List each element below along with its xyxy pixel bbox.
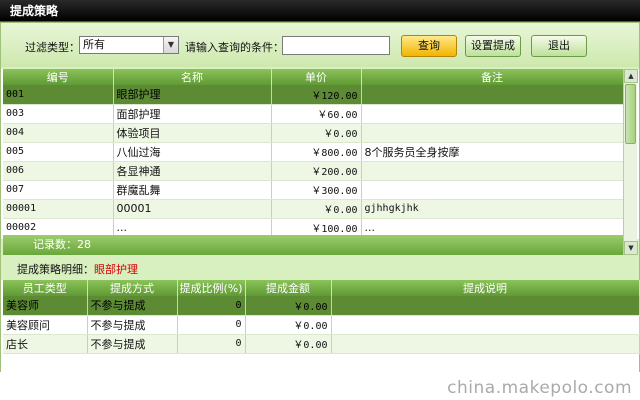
cell-name: 00001 bbox=[113, 199, 272, 219]
vertical-scrollbar[interactable]: ▲ ▼ bbox=[623, 69, 638, 255]
cell-name: 八仙过海 bbox=[113, 142, 272, 162]
condition-label: 请输入查询的条件： bbox=[185, 41, 284, 54]
cell-note: gjhhgkjhk bbox=[361, 199, 624, 219]
column-header-id[interactable]: 编号 bbox=[3, 69, 114, 85]
cell-name: 群魔乱舞 bbox=[113, 180, 272, 200]
cell-id: 007 bbox=[3, 180, 114, 200]
column-header-employee-type[interactable]: 员工类型 bbox=[3, 280, 88, 296]
table-row[interactable]: 006 各显神通 ￥200.00 bbox=[3, 161, 624, 181]
cell-name: 面部护理 bbox=[113, 104, 272, 124]
cell-note bbox=[361, 161, 624, 181]
cell-commission-mode: 不参与提成 bbox=[87, 296, 178, 316]
window-body: 过滤类型： 所有 ▼ 请输入查询的条件： 查询 设置提成 退出 编号 名称 单价… bbox=[0, 22, 640, 373]
table-row[interactable]: 00001 00001 ￥0.00 gjhhgkjhk bbox=[3, 199, 624, 219]
table-row[interactable]: 007 群魔乱舞 ￥300.00 bbox=[3, 180, 624, 200]
cell-price: ￥200.00 bbox=[271, 161, 362, 181]
cell-commission-desc bbox=[331, 296, 640, 316]
table-row[interactable]: 004 体验项目 ￥0.00 bbox=[3, 123, 624, 143]
table-row[interactable]: 美容师 不参与提成 0 ￥0.00 bbox=[3, 296, 640, 316]
filter-type-label: 过滤类型： bbox=[25, 41, 80, 54]
table-row[interactable]: 003 面部护理 ￥60.00 bbox=[3, 104, 624, 124]
cell-commission-ratio: 0 bbox=[177, 296, 246, 316]
column-header-name[interactable]: 名称 bbox=[113, 69, 272, 85]
watermark: china.makepolo.com bbox=[447, 378, 632, 398]
detail-label: 提成策略明细： bbox=[17, 263, 94, 276]
commission-table-container: 员工类型 提成方式 提成比例(%) 提成金额 提成说明 美容师 不参与提成 0 … bbox=[1, 280, 640, 373]
cell-id: 003 bbox=[3, 104, 114, 124]
cell-commission-amount: ￥0.00 bbox=[245, 315, 332, 335]
cell-id: 001 bbox=[3, 85, 114, 105]
cell-commission-desc bbox=[331, 315, 640, 335]
cell-id: 005 bbox=[3, 142, 114, 162]
column-header-commission-mode[interactable]: 提成方式 bbox=[87, 280, 178, 296]
cell-price: ￥800.00 bbox=[271, 142, 362, 162]
table-row[interactable]: 美容顾问 不参与提成 0 ￥0.00 bbox=[3, 315, 640, 335]
table-row[interactable]: 001 眼部护理 ￥120.00 bbox=[3, 85, 624, 105]
record-count-bar: 记录数：28 bbox=[3, 235, 623, 255]
cell-note bbox=[361, 180, 624, 200]
detail-item-name: 眼部护理 bbox=[94, 263, 138, 276]
cell-employee-type: 美容顾问 bbox=[3, 315, 88, 335]
cell-commission-amount: ￥0.00 bbox=[245, 334, 332, 354]
cell-price: ￥120.00 bbox=[271, 85, 362, 105]
column-header-commission-desc[interactable]: 提成说明 bbox=[331, 280, 640, 296]
cell-price: ￥60.00 bbox=[271, 104, 362, 124]
cell-note bbox=[361, 123, 624, 143]
query-button[interactable]: 查询 bbox=[401, 35, 457, 57]
scroll-up-icon[interactable]: ▲ bbox=[624, 69, 638, 83]
cell-commission-ratio: 0 bbox=[177, 315, 246, 335]
filter-bar: 过滤类型： 所有 ▼ 请输入查询的条件： 查询 设置提成 退出 bbox=[1, 23, 639, 67]
cell-commission-amount: ￥0.00 bbox=[245, 296, 332, 316]
column-header-note[interactable]: 备注 bbox=[361, 69, 624, 85]
cell-price: ￥0.00 bbox=[271, 199, 362, 219]
detail-title: 提成策略明细：眼部护理 bbox=[17, 261, 138, 277]
condition-input[interactable] bbox=[282, 36, 390, 55]
cell-employee-type: 美容师 bbox=[3, 296, 88, 316]
commission-table: 员工类型 提成方式 提成比例(%) 提成金额 提成说明 美容师 不参与提成 0 … bbox=[3, 280, 640, 354]
chevron-down-icon[interactable]: ▼ bbox=[163, 37, 178, 53]
item-table-container: 编号 名称 单价 备注 001 眼部护理 ￥120.00 003 面部护理 ￥6… bbox=[1, 69, 639, 239]
scroll-down-icon[interactable]: ▼ bbox=[624, 241, 638, 255]
scrollbar-thumb[interactable] bbox=[625, 84, 636, 144]
cell-price: ￥0.00 bbox=[271, 123, 362, 143]
record-count-value: 28 bbox=[77, 238, 91, 251]
filter-type-select[interactable]: 所有 ▼ bbox=[79, 36, 179, 54]
cell-name: 各显神通 bbox=[113, 161, 272, 181]
cell-id: 004 bbox=[3, 123, 114, 143]
column-header-commission-amount[interactable]: 提成金额 bbox=[245, 280, 332, 296]
cell-name: 眼部护理 bbox=[113, 85, 272, 105]
cell-note bbox=[361, 104, 624, 124]
table-header-row: 编号 名称 单价 备注 bbox=[3, 69, 624, 85]
cell-commission-desc bbox=[331, 334, 640, 354]
cell-commission-ratio: 0 bbox=[177, 334, 246, 354]
cell-commission-mode: 不参与提成 bbox=[87, 315, 178, 335]
column-header-price[interactable]: 单价 bbox=[271, 69, 362, 85]
column-header-commission-ratio[interactable]: 提成比例(%) bbox=[177, 280, 246, 296]
table-row[interactable]: 005 八仙过海 ￥800.00 8个服务员全身按摩 bbox=[3, 142, 624, 162]
cell-name: 体验项目 bbox=[113, 123, 272, 143]
table-header-row: 员工类型 提成方式 提成比例(%) 提成金额 提成说明 bbox=[3, 280, 640, 296]
cell-employee-type: 店长 bbox=[3, 334, 88, 354]
exit-button[interactable]: 退出 bbox=[531, 35, 587, 57]
cell-id: 006 bbox=[3, 161, 114, 181]
record-count-label: 记录数： bbox=[33, 238, 77, 251]
filter-type-value: 所有 bbox=[83, 38, 105, 51]
window-title: 提成策略 bbox=[0, 0, 640, 22]
cell-price: ￥300.00 bbox=[271, 180, 362, 200]
cell-commission-mode: 不参与提成 bbox=[87, 334, 178, 354]
cell-note bbox=[361, 85, 624, 105]
set-commission-button[interactable]: 设置提成 bbox=[465, 35, 521, 57]
table-row[interactable]: 店长 不参与提成 0 ￥0.00 bbox=[3, 334, 640, 354]
item-table: 编号 名称 单价 备注 001 眼部护理 ￥120.00 003 面部护理 ￥6… bbox=[3, 69, 624, 238]
cell-note: 8个服务员全身按摩 bbox=[361, 142, 624, 162]
cell-id: 00001 bbox=[3, 199, 114, 219]
